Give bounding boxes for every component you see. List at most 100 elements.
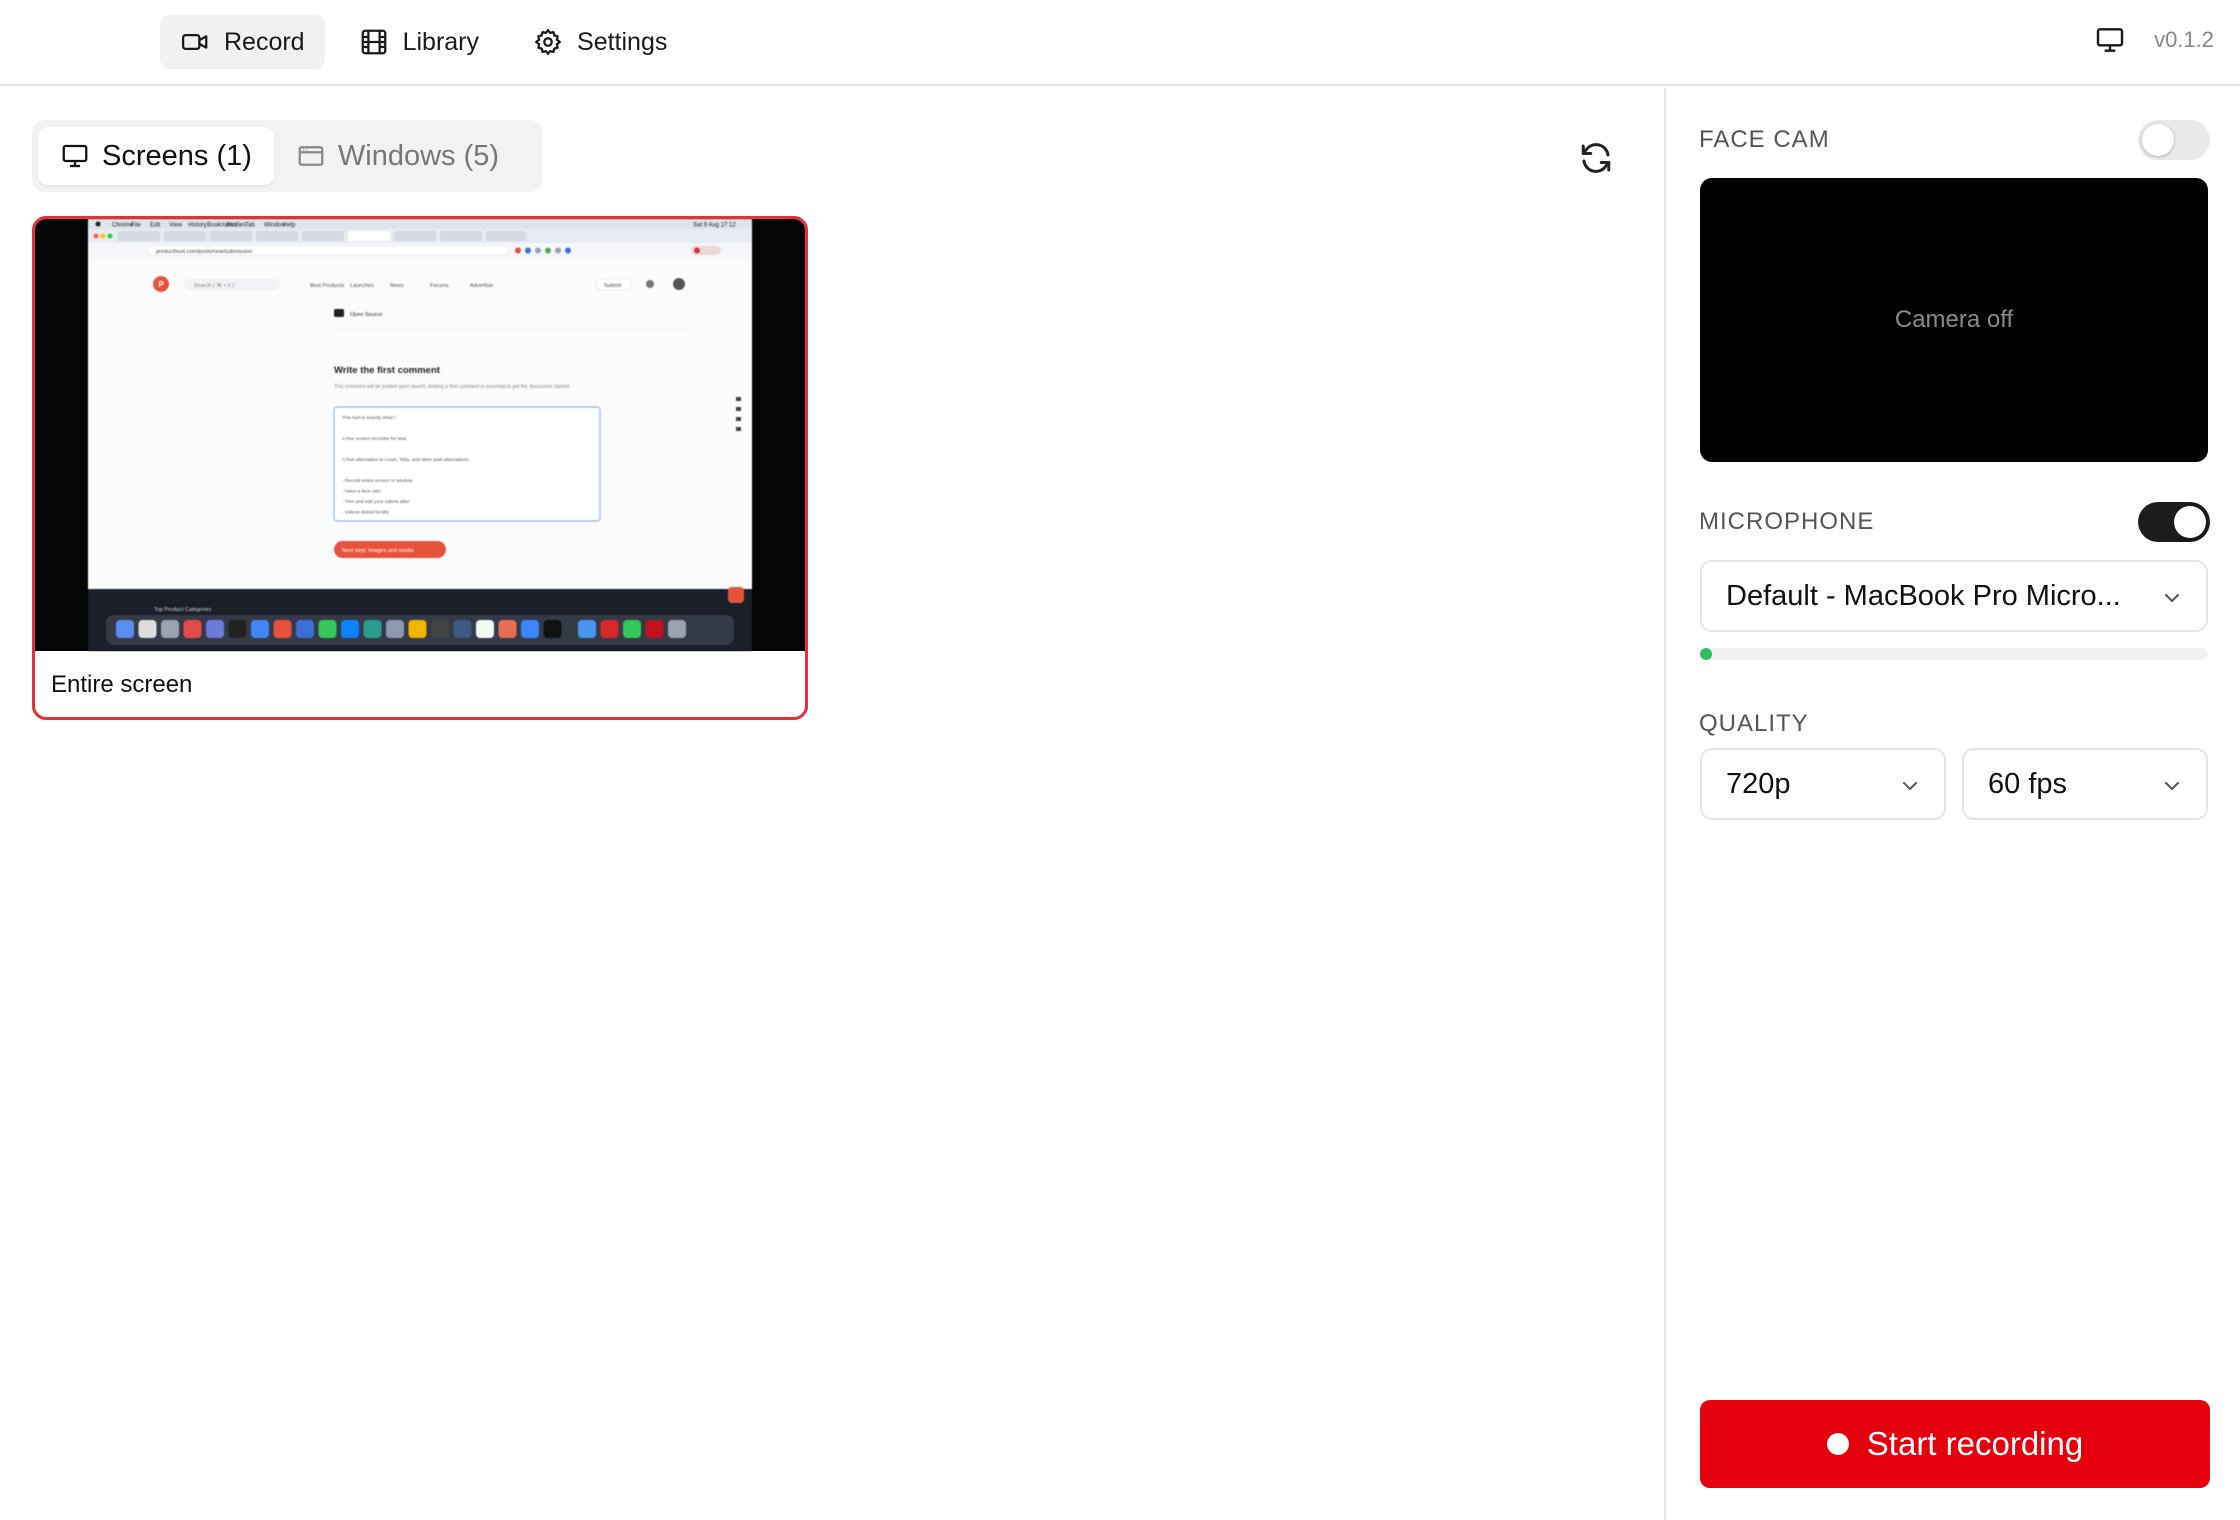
monitor-icon (62, 144, 88, 168)
preview-text-item: News (390, 283, 404, 289)
top-bar: Record Library Settings v0.1.2 (0, 0, 2240, 86)
preview-text-item: Profiles (226, 223, 246, 229)
preview-comment-line: - Trim and edit your videos after (342, 499, 410, 505)
dock-app-icon (363, 620, 382, 638)
preview-comment-line: This tool is exactly what I (342, 415, 395, 421)
tab-screens-label: Screens (1) (102, 139, 252, 172)
apple-icon (95, 221, 101, 227)
preview-url: producthunt.com/posts/new/submission (156, 249, 252, 255)
dock-app-icon (578, 620, 596, 638)
film-icon (361, 29, 386, 55)
camera-preview: Camera off (1700, 178, 2208, 462)
chevron-down-icon (1903, 782, 1917, 790)
preview-footer: Top Product Categories (154, 607, 212, 613)
preview-subheading: This comment will be posted upon launch.… (334, 384, 571, 390)
preview-comment-line: A free screen recorder for Mac (342, 436, 407, 442)
screen-source-label: Entire screen (51, 671, 193, 698)
preview-comment-line: - Record entire screen or window (342, 478, 413, 484)
source-type-tabs: Screens (1) Windows (5) (32, 120, 542, 192)
preview-submit: Submit (604, 283, 622, 289)
preview-text-item: Edit (150, 223, 161, 229)
dock-app-icon (476, 620, 494, 638)
dock-app-icon (318, 620, 337, 638)
preview-next-label: Next step: Images and media (342, 548, 414, 554)
dock-app-icon (668, 620, 686, 638)
dock-app-icon (408, 620, 427, 638)
mic-level-meter (1700, 648, 2208, 660)
gear-icon (535, 29, 562, 55)
nav-record-label: Record (224, 27, 305, 56)
microphone-device: Default - MacBook Pro Micro... (1726, 579, 2121, 612)
preview-text-item: Best Products (310, 283, 344, 289)
app-window-icon (298, 146, 324, 166)
dock-app-icon (645, 620, 664, 638)
refresh-icon[interactable] (1578, 140, 1614, 176)
preview-heading: Write the first comment (334, 365, 441, 376)
dock-app-icon (161, 620, 179, 638)
recording-options-panel: FACE CAM Camera off MICROPHONE Default -… (1664, 88, 2240, 1520)
camera-status: Camera off (1894, 306, 2014, 333)
dock-app-icon (273, 620, 292, 638)
preview-text-item: Tab (245, 223, 255, 229)
svg-text:ChromeFileEditViewHistoryBookm: ChromeFile Edit View HistoryBookmarksProfil… (112, 223, 296, 229)
start-recording-button[interactable]: Start recording (1700, 1400, 2210, 1488)
dock-app-icon (341, 620, 359, 638)
preview-text-item: Forums (430, 283, 449, 289)
preview-comment-line: - Have a face cam (342, 489, 381, 495)
dock-app-icon (431, 620, 449, 638)
preview-text-item: Advertise (470, 283, 493, 289)
dock-app-icon (296, 620, 314, 638)
quality-label: QUALITY (1699, 710, 1809, 737)
preview-comment-line: - Videos stored locally (342, 510, 389, 516)
tab-windows-label: Windows (5) (337, 139, 500, 172)
resolution-value: 720p (1726, 767, 1791, 800)
dock-app-icon (498, 620, 517, 638)
dock-app-icon (183, 620, 202, 638)
nav-settings-label: Settings (577, 27, 668, 56)
nav-record[interactable]: Record (160, 15, 325, 69)
resolution-select[interactable]: 720p (1700, 748, 1946, 820)
screen-thumbnail: ChromeFile Edit View HistoryBookmarksProfil… (35, 219, 805, 651)
site-nav: Best Products Launches News Forums Advertise (310, 283, 493, 289)
top-right: v0.1.2 (2094, 24, 2214, 56)
preview-text-item: File (131, 223, 141, 229)
dock-app-icon (623, 620, 641, 638)
desktop-preview: ChromeFile Edit View HistoryBookmarksProfil… (88, 219, 752, 651)
tab-windows[interactable]: Windows (5) (274, 127, 521, 185)
floating-toolbar (736, 397, 741, 431)
nav-settings[interactable]: Settings (513, 15, 687, 69)
video-camera-icon (182, 34, 208, 50)
source-area: Screens (1) Windows (5) ChromeFile Edit Vi… (0, 88, 1664, 1520)
dock-app-icon (206, 620, 224, 638)
preview-text-item: Launches (350, 283, 374, 289)
record-dot-icon (1826, 1433, 1849, 1455)
preview-tag: Open Source (350, 312, 382, 318)
dock-app-icon (228, 620, 247, 638)
svg-text:P: P (159, 280, 165, 289)
preview-text-item: View (169, 223, 183, 229)
dock-app-icon (543, 620, 562, 638)
fps-select[interactable]: 60 fps (1962, 748, 2208, 820)
svg-text:Best ProductsLaunchesNewsForum: Best Products Launches News Forums Advertise (310, 283, 493, 289)
microphone-toggle[interactable] (2138, 502, 2210, 542)
tab-screens[interactable]: Screens (1) (38, 127, 274, 185)
dock-app-icon (600, 620, 619, 638)
preview-text-item: Help (283, 223, 296, 229)
nav-library[interactable]: Library (339, 15, 499, 69)
toggle-knob (2174, 506, 2206, 538)
preview-search: Search ( ⌘ + k ) (194, 282, 234, 289)
chevron-down-icon (2165, 594, 2179, 602)
start-recording-label: Start recording (1866, 1425, 2084, 1462)
dock-app-icon (251, 620, 269, 638)
preview-text-item: History (188, 223, 207, 229)
microphone-select[interactable]: Default - MacBook Pro Micro... (1700, 560, 2208, 632)
dock-app-icon (116, 620, 134, 638)
face-cam-toggle[interactable] (2138, 120, 2210, 160)
microphone-label: MICROPHONE (1699, 508, 1875, 535)
menu-items: ChromeFile Edit View HistoryBookmarksProfil… (112, 223, 296, 229)
thumbnail-screen: ChromeFile Edit View HistoryBookmarksProfil… (88, 219, 752, 651)
monitor-icon[interactable] (2094, 24, 2126, 56)
screen-source-card[interactable]: ChromeFile Edit View HistoryBookmarksProfil… (32, 216, 808, 720)
preview-comment-line: A free alternative to Loom, Tella, and o… (342, 457, 470, 463)
dock-app-icon (521, 620, 539, 638)
